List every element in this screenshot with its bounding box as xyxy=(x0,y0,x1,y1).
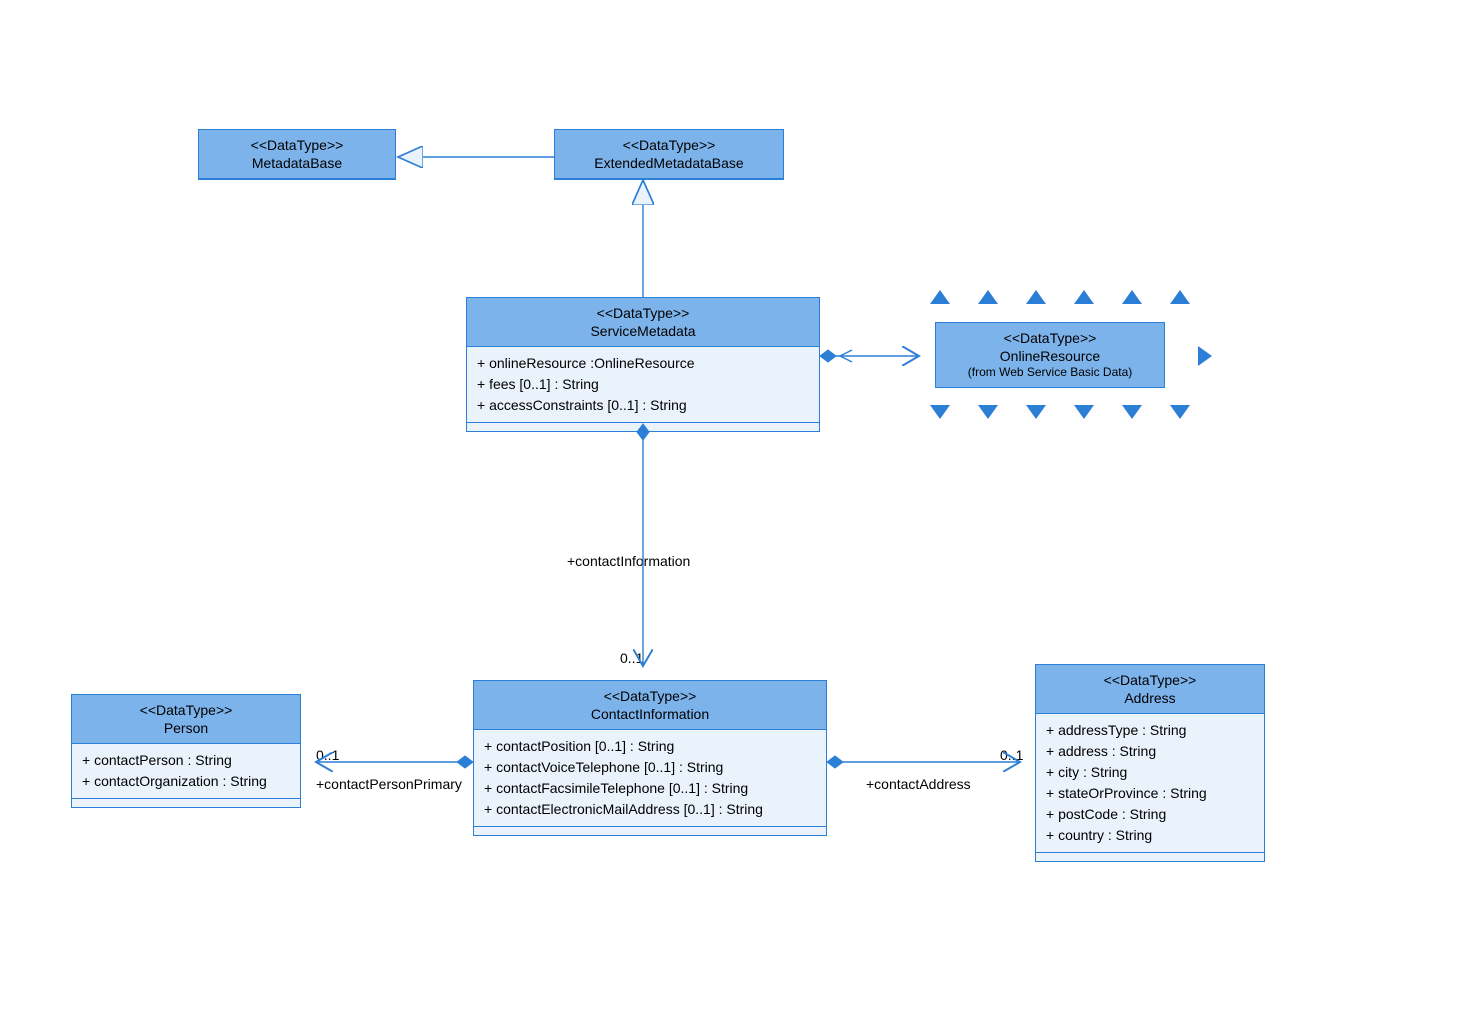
triangle-up-icon xyxy=(1074,290,1094,304)
diamond-icon xyxy=(457,756,473,768)
class-header: <<DataType>> ExtendedMetadataBase xyxy=(555,130,783,179)
class-name: ExtendedMetadataBase xyxy=(563,154,775,172)
triangle-down-icon xyxy=(1074,405,1094,419)
triangle-down-icon xyxy=(1170,405,1190,419)
open-arrow-icon xyxy=(840,350,852,362)
association-multiplicity: 0..1 xyxy=(316,747,339,763)
stereotype: <<DataType>> xyxy=(207,136,387,154)
stereotype: <<DataType>> xyxy=(1044,671,1256,689)
stereotype: <<DataType>> xyxy=(482,687,818,705)
attribute: + city : String xyxy=(1046,762,1254,783)
triangle-up-icon xyxy=(1122,290,1142,304)
class-header: <<DataType>> Person xyxy=(72,695,300,744)
diamond-icon xyxy=(827,756,843,768)
class-attributes-compartment: + onlineResource :OnlineResource + fees … xyxy=(467,347,819,423)
attribute: + postCode : String xyxy=(1046,804,1254,825)
triangle-down-icon xyxy=(1122,405,1142,419)
attribute: + stateOrProvince : String xyxy=(1046,783,1254,804)
class-online-resource[interactable]: <<DataType>> OnlineResource (from Web Se… xyxy=(935,322,1165,388)
class-extended-metadata-base[interactable]: <<DataType>> ExtendedMetadataBase xyxy=(554,129,784,180)
stereotype: <<DataType>> xyxy=(475,304,811,322)
class-name: ContactInformation xyxy=(482,705,818,723)
class-name: ServiceMetadata xyxy=(475,322,811,340)
association-multiplicity: 0..1 xyxy=(1000,747,1023,763)
class-name: OnlineResource xyxy=(944,347,1156,365)
triangle-up-icon xyxy=(1026,290,1046,304)
attribute: + contactFacsimileTelephone [0..1] : Str… xyxy=(484,778,816,799)
class-header: <<DataType>> Address xyxy=(1036,665,1264,714)
attribute: + contactPerson : String xyxy=(82,750,290,771)
class-person[interactable]: <<DataType>> Person + contactPerson : St… xyxy=(71,694,301,808)
diamond-icon xyxy=(820,350,836,362)
class-metadata-base[interactable]: <<DataType>> MetadataBase xyxy=(198,129,396,180)
attribute: + contactElectronicMailAddress [0..1] : … xyxy=(484,799,816,820)
class-attributes-compartment: + contactPerson : String + contactOrgani… xyxy=(72,744,300,799)
stereotype: <<DataType>> xyxy=(563,136,775,154)
attribute: + address : String xyxy=(1046,741,1254,762)
attribute: + accessConstraints [0..1] : String xyxy=(477,395,809,416)
class-header: <<DataType>> ContactInformation xyxy=(474,681,826,730)
class-contact-information[interactable]: <<DataType>> ContactInformation + contac… xyxy=(473,680,827,836)
attribute: + contactPosition [0..1] : String xyxy=(484,736,816,757)
class-header: <<DataType>> OnlineResource (from Web Se… xyxy=(936,323,1164,387)
class-attributes-compartment: + contactPosition [0..1] : String + cont… xyxy=(474,730,826,827)
class-from-package: (from Web Service Basic Data) xyxy=(944,365,1156,381)
decorative-triangles-bottom xyxy=(930,405,1190,419)
association-role: +contactInformation xyxy=(567,553,690,569)
attribute: + fees [0..1] : String xyxy=(477,374,809,395)
class-header: <<DataType>> MetadataBase xyxy=(199,130,395,179)
triangle-right-icon xyxy=(1198,346,1212,366)
class-name: MetadataBase xyxy=(207,154,387,172)
class-header: <<DataType>> ServiceMetadata xyxy=(467,298,819,347)
attribute: + contactVoiceTelephone [0..1] : String xyxy=(484,757,816,778)
decorative-triangles-top xyxy=(930,290,1190,304)
class-address[interactable]: <<DataType>> Address + addressType : Str… xyxy=(1035,664,1265,862)
class-operations-compartment xyxy=(72,799,300,807)
class-service-metadata[interactable]: <<DataType>> ServiceMetadata + onlineRes… xyxy=(466,297,820,432)
attribute: + country : String xyxy=(1046,825,1254,846)
stereotype: <<DataType>> xyxy=(80,701,292,719)
association-multiplicity: 0..1 xyxy=(620,650,643,666)
class-attributes-compartment: + addressType : String + address : Strin… xyxy=(1036,714,1264,853)
triangle-down-icon xyxy=(978,405,998,419)
attribute: + onlineResource :OnlineResource xyxy=(477,353,809,374)
association-role: +contactPersonPrimary xyxy=(316,776,462,792)
triangle-down-icon xyxy=(930,405,950,419)
class-operations-compartment xyxy=(467,423,819,431)
triangle-up-icon xyxy=(1170,290,1190,304)
decorative-triangle-right xyxy=(1198,346,1212,366)
class-operations-compartment xyxy=(474,827,826,835)
class-operations-compartment xyxy=(1036,853,1264,861)
class-name: Address xyxy=(1044,689,1256,707)
triangle-up-icon xyxy=(978,290,998,304)
association-role: +contactAddress xyxy=(866,776,971,792)
triangle-down-icon xyxy=(1026,405,1046,419)
class-name: Person xyxy=(80,719,292,737)
attribute: + contactOrganization : String xyxy=(82,771,290,792)
stereotype: <<DataType>> xyxy=(944,329,1156,347)
triangle-up-icon xyxy=(930,290,950,304)
attribute: + addressType : String xyxy=(1046,720,1254,741)
